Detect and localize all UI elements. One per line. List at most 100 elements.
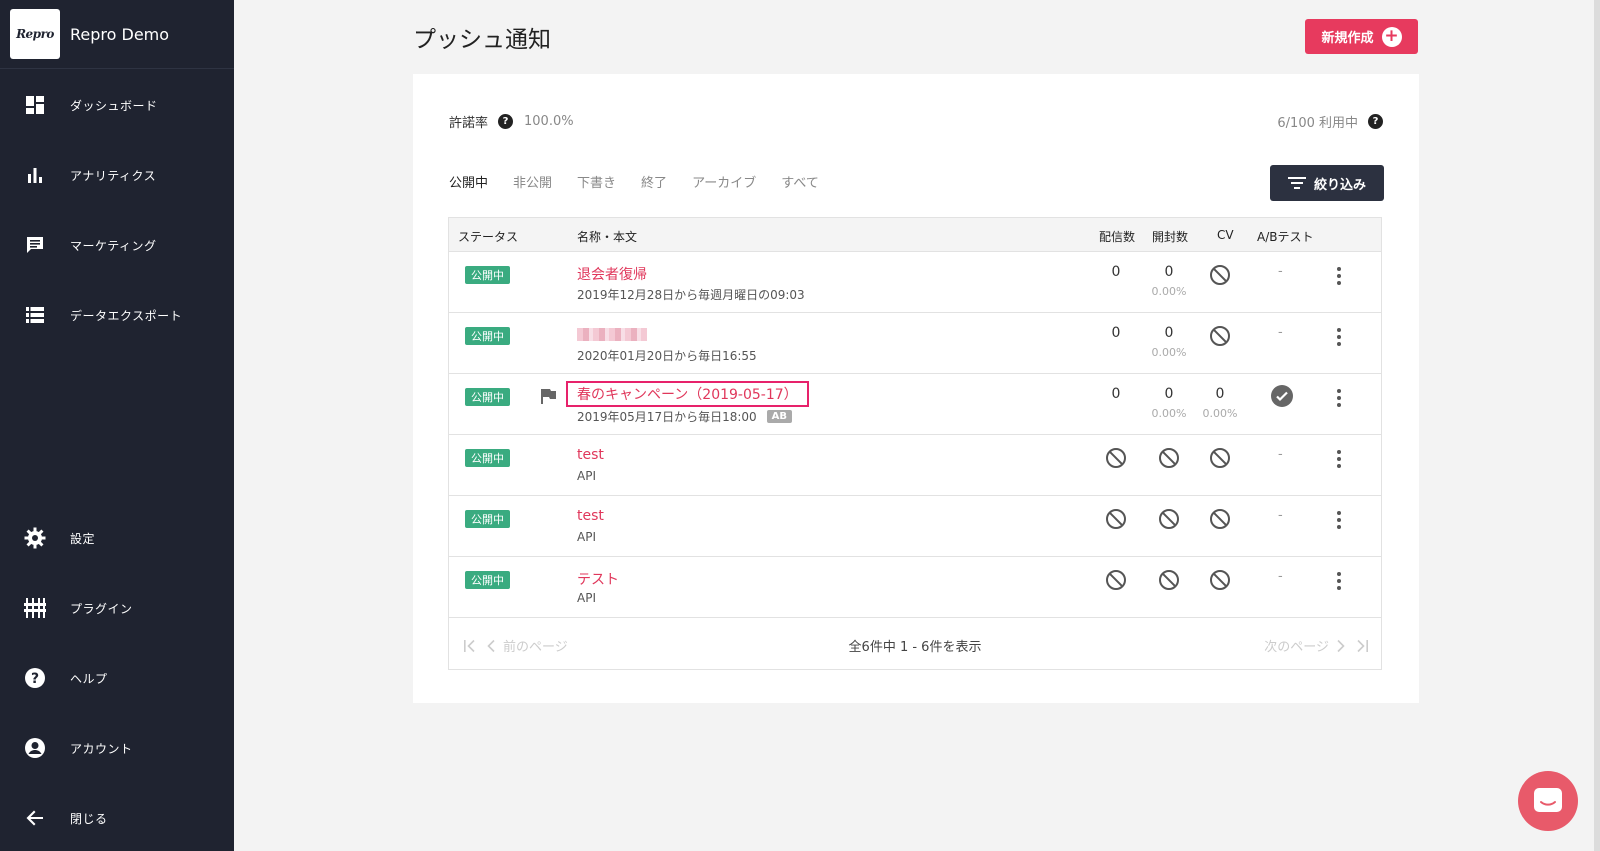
ab-value: - [1278,569,1283,584]
permission-value: 100.0% [524,114,574,129]
tab-public[interactable]: 公開中 [449,172,488,191]
table-row[interactable]: 公開中 2020年01月20日から毎日16:55 0 0 0.00% - [449,313,1381,374]
new-create-label: 新規作成 [1321,31,1374,46]
row-name-link[interactable]: test [577,508,604,524]
gear-icon [24,527,46,549]
more-menu-icon[interactable] [1336,267,1342,285]
not-available-icon [1159,570,1179,590]
status-badge: 公開中 [465,266,510,284]
permission-label: 許諾率 [449,116,489,131]
col-opened: 開封数 [1152,230,1189,244]
row-schedule: API [577,530,596,544]
svg-text:?: ? [31,671,39,687]
status-badge: 公開中 [465,449,510,467]
col-name: 名称・本文 [577,230,638,244]
opened-rate: 0.00% [1151,285,1187,298]
pagination-info: 全6件中 1 - 6件を表示 [848,640,982,655]
usage-text: 6/100 利用中 [1277,116,1358,131]
sidebar-item-analytics[interactable]: アナリティクス [0,155,234,195]
sliders-icon [24,597,46,619]
table-row[interactable]: 公開中 テスト API - [449,557,1381,618]
ab-value: - [1278,508,1283,523]
row-name-redacted[interactable] [577,328,647,345]
table-row[interactable]: 公開中 test API - [449,496,1381,557]
permission-rate: 許諾率 ? 100.0% [449,112,574,131]
filter-label: 絞り込み [1313,177,1366,193]
tab-archive[interactable]: アーカイブ [692,172,756,191]
row-schedule-text: API [577,469,596,483]
status-badge: 公開中 [465,571,510,589]
more-menu-icon[interactable] [1336,389,1342,407]
sidebar-item-marketing[interactable]: マーケティング [0,225,234,265]
sidebar-item-dashboard[interactable]: ダッシュボード [0,85,234,125]
row-name-link[interactable]: test [577,447,604,463]
not-available-icon [1210,448,1230,468]
chat-launcher-button[interactable] [1518,771,1578,831]
window-edge [1594,0,1600,851]
sidebar-item-label: ダッシュボード [70,98,158,113]
sidebar-item-label: データエクスポート [70,308,183,323]
ab-badge: AB [766,410,793,423]
repro-logo: Repro [10,9,60,59]
tab-ended[interactable]: 終了 [641,172,667,191]
opened-rate: 0.00% [1151,407,1187,420]
row-name-link[interactable]: 春のキャンペーン（2019-05-17） [566,381,809,407]
table-row[interactable]: 公開中 退会者復帰 2019年12月28日から毎週月曜日の09:03 0 0 0… [449,252,1381,313]
tab-draft[interactable]: 下書き [577,172,616,191]
filter-button[interactable]: 絞り込み [1270,165,1384,201]
row-name-link[interactable]: テスト [577,569,619,589]
sidebar-item-label: マーケティング [70,238,157,253]
table-row[interactable]: 公開中 test API - [449,435,1381,496]
sidebar-item-settings[interactable]: 設定 [0,518,234,558]
next-page-button[interactable]: 次のページ [1264,636,1369,655]
sidebar-item-label: アナリティクス [70,168,157,183]
sidebar-item-plugins[interactable]: プラグイン [0,588,234,628]
pagination: 前のページ 全6件中 1 - 6件を表示 次のページ [449,620,1381,668]
not-available-icon [1159,448,1179,468]
sent-count: 0 [1111,386,1121,402]
ab-value: - [1278,447,1283,462]
brand[interactable]: Repro Repro Demo [0,0,234,69]
status-badge: 公開中 [465,388,510,406]
ab-value: - [1278,325,1283,340]
row-schedule: 2019年12月28日から毎週月曜日の09:03 [577,286,805,303]
not-available-icon [1106,509,1126,529]
account-icon [24,737,46,759]
not-available-icon [1210,570,1230,590]
last-page-icon[interactable] [1355,639,1369,653]
col-ab: A/Bテスト [1257,230,1314,244]
row-schedule: 2020年01月20日から毎日16:55 [577,347,757,364]
app-name: Repro Demo [70,24,170,44]
plus-icon: + [1381,26,1402,47]
sidebar-item-help[interactable]: ? ヘルプ [0,658,234,698]
more-menu-icon[interactable] [1336,328,1342,346]
sidebar: Repro Repro Demo ダッシュボード アナリティクス マーケティング… [0,0,234,851]
tab-all[interactable]: すべて [781,172,819,191]
check-circle-icon [1271,385,1293,407]
table-row[interactable]: 公開中 春のキャンペーン（2019-05-17） 2019年05月17日から毎日… [449,374,1381,435]
table-header: ステータス 名称・本文 配信数 開封数 CV A/Bテスト [449,218,1381,252]
page-title: プッシュ通知 [413,27,551,53]
sidebar-item-account[interactable]: アカウント [0,728,234,768]
opened-count: 0 [1164,325,1174,341]
question-icon[interactable]: ? [1368,114,1383,129]
new-create-button[interactable]: 新規作成 + [1305,19,1418,54]
redacted-name [577,328,647,341]
status-tabs: 公開中 非公開 下書き 終了 アーカイブ すべて [449,172,844,191]
not-available-icon [1106,448,1126,468]
not-available-icon [1106,570,1126,590]
more-menu-icon[interactable] [1336,450,1342,468]
row-schedule-text: 2019年12月28日から毎週月曜日の09:03 [577,288,805,302]
sidebar-item-close[interactable]: 閉じる [0,798,234,838]
more-menu-icon[interactable] [1336,511,1342,529]
row-name-link[interactable]: 退会者復帰 [577,264,647,284]
sent-count: 0 [1111,264,1121,280]
more-menu-icon[interactable] [1336,572,1342,590]
ab-value: - [1278,264,1283,279]
flag-icon [541,389,556,404]
row-schedule: API [577,469,596,483]
help-icon: ? [24,667,46,689]
sidebar-item-data-export[interactable]: データエクスポート [0,295,234,335]
question-icon[interactable]: ? [498,114,514,129]
tab-private[interactable]: 非公開 [513,172,552,191]
